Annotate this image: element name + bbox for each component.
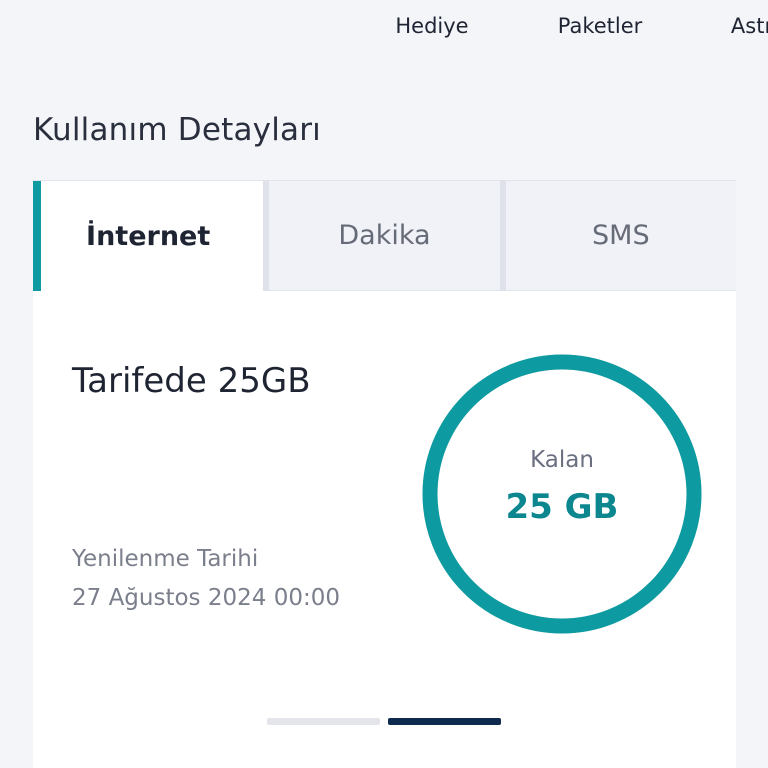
pager-dot[interactable] (388, 718, 501, 725)
tab-internet[interactable]: İnternet (33, 180, 264, 291)
ring-center: Kalan 25 GB (421, 353, 703, 635)
quick-actions-row: Tanıtım TL Takle 2 GB Hediye Ek Paketler… (0, 0, 768, 50)
quick-action-ek-paketler[interactable]: Ek Paketler (558, 0, 643, 43)
usage-card: Tarifede 25GB Yenilenme Tarihi 27 Ağusto… (33, 291, 736, 768)
renewal-date: 27 Ağustos 2024 00:00 (72, 585, 340, 611)
quick-action-tl-takle[interactable]: TL Takle (221, 0, 305, 9)
quick-action-label: Paketler (557, 14, 643, 38)
quick-action-label: Tanıtım (56, 0, 132, 9)
usage-tabs: İnternet Dakika SMS (33, 180, 736, 291)
renewal-label: Yenilenme Tarihi (72, 546, 259, 572)
quick-action-2gb-hediye[interactable]: 2 GB Hediye (395, 0, 468, 43)
quick-action-label: Astr (730, 14, 768, 38)
card-pager (267, 718, 501, 726)
quick-action-label: e-a (731, 0, 768, 9)
quick-action-label: Ek (558, 0, 643, 9)
tab-label: Dakika (338, 220, 431, 251)
section-title: Kullanım Detayları (33, 112, 321, 148)
remaining-label: Kalan (530, 447, 594, 473)
quick-action-tanitim[interactable]: Tanıtım (56, 0, 132, 9)
quick-action-label: TL Takle (221, 0, 305, 9)
tariff-title: Tarifede 25GB (72, 361, 311, 401)
remaining-value: 25 GB (505, 487, 619, 527)
pager-dot[interactable] (267, 718, 380, 725)
quick-action-label: Hediye (395, 14, 469, 38)
app-screen: Tanıtım TL Takle 2 GB Hediye Ek Paketler… (0, 0, 768, 768)
tab-label: SMS (592, 220, 650, 251)
tab-label: İnternet (86, 220, 211, 252)
tab-dakika[interactable]: Dakika (269, 180, 500, 291)
quick-action-label: 2 GB (395, 0, 468, 9)
quick-action-e-astro[interactable]: e-a Astr (731, 0, 768, 43)
tab-sms[interactable]: SMS (505, 180, 736, 291)
